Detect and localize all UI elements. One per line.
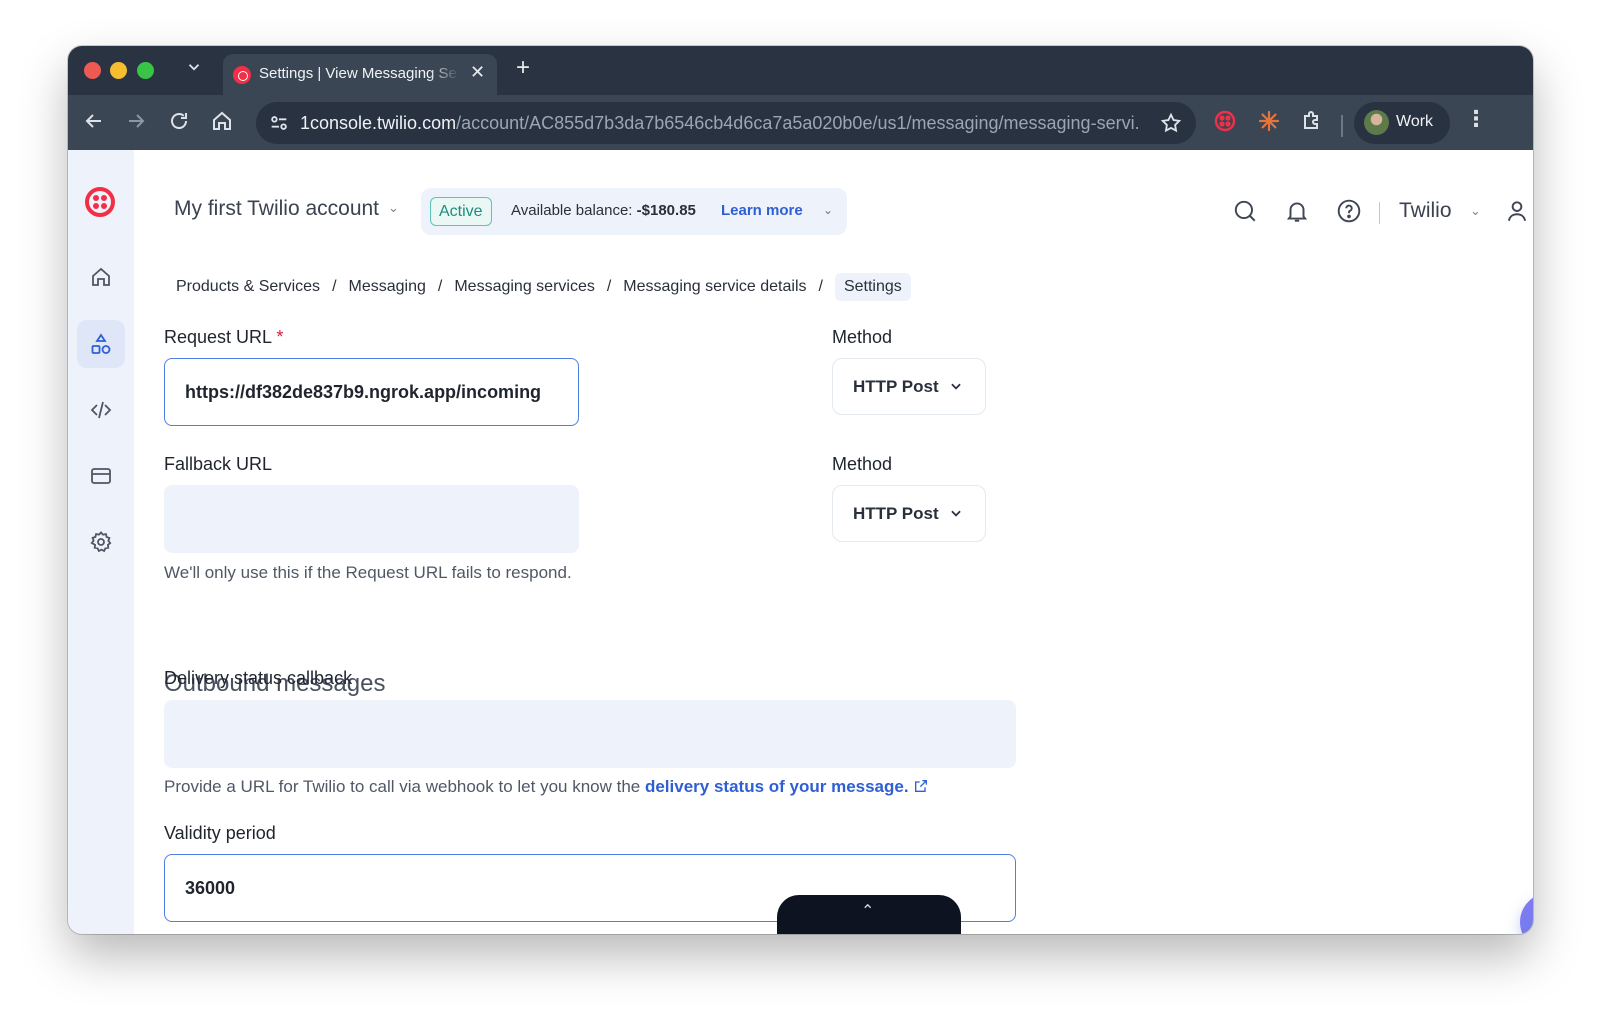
tab-list-icon[interactable] <box>185 58 203 81</box>
sidebar-item-develop[interactable] <box>77 386 125 434</box>
breadcrumb-separator: / <box>437 278 443 295</box>
balance-value: -$180.85 <box>636 202 696 219</box>
breadcrumb-separator: / <box>818 278 823 295</box>
chevron-down-icon[interactable]: ⌄ <box>1470 203 1481 219</box>
profile-button[interactable]: Work <box>1354 102 1450 144</box>
tab-title: Settings | View Messaging Se <box>259 65 457 82</box>
fallback-method-select[interactable]: HTTP Post <box>832 485 986 542</box>
active-tab[interactable]: Settings | View Messaging Se ✕ <box>223 54 497 95</box>
sidebar-item-products[interactable] <box>77 320 125 368</box>
fallback-url-label: Fallback URL <box>164 454 273 474</box>
gear-icon <box>90 531 112 553</box>
tab-strip: Settings | View Messaging Se ✕ + <box>68 46 1533 95</box>
browser-window: Settings | View Messaging Se ✕ + 1consol… <box>68 46 1533 934</box>
close-icon[interactable]: ✕ <box>470 62 485 83</box>
back-icon[interactable] <box>82 109 106 133</box>
breadcrumb: Products & Services / Messaging / Messaging … <box>176 273 911 301</box>
plus-icon[interactable]: + <box>516 56 530 80</box>
validity-period-label: Validity period <box>164 823 276 843</box>
help-icon[interactable] <box>1336 198 1362 224</box>
header-divider <box>1379 202 1380 224</box>
bell-icon[interactable] <box>1284 198 1310 224</box>
status-badge: Active <box>430 197 492 226</box>
delivery-callback-help: Provide a URL for Twilio to call via web… <box>164 777 929 797</box>
credit-card-icon <box>91 468 111 484</box>
scroll-to-top-button[interactable]: ⌃ <box>777 895 961 934</box>
shapes-icon <box>91 333 111 354</box>
breadcrumb-service-details[interactable]: Messaging service details <box>623 278 806 296</box>
learn-more-link[interactable]: Learn more <box>721 202 803 219</box>
request-url-input[interactable] <box>164 358 579 426</box>
assistant-button[interactable] <box>1520 893 1533 934</box>
request-method-value: HTTP Post <box>853 377 939 396</box>
twilio-favicon-icon <box>233 66 251 84</box>
url-host: 1console.twilio.com <box>300 113 457 133</box>
spark-extension-icon[interactable] <box>1257 109 1281 133</box>
forward-icon[interactable] <box>124 109 148 133</box>
url-path: /account/AC855d7b3da7b6546cb4d6ca7a5a020… <box>456 113 1140 133</box>
home-icon[interactable] <box>210 109 234 133</box>
reload-icon[interactable] <box>167 109 191 133</box>
profile-label: Work <box>1396 113 1434 130</box>
breadcrumb-current: Settings <box>834 273 911 301</box>
request-method-label: Method <box>832 327 893 347</box>
site-settings-icon[interactable] <box>268 112 290 134</box>
breadcrumb-separator: / <box>332 278 337 295</box>
main-content: My first Twilio account ⌄ Active Availab… <box>134 150 1533 934</box>
request-method-select[interactable]: HTTP Post <box>832 358 986 415</box>
star-icon[interactable] <box>1160 112 1182 134</box>
twilio-logo-icon[interactable] <box>85 187 115 217</box>
code-icon <box>90 401 112 419</box>
toolbar-divider <box>1341 115 1343 137</box>
close-window-button[interactable] <box>84 62 101 79</box>
more-icon[interactable]: ⋮ <box>1465 108 1487 130</box>
zoom-window-button[interactable] <box>137 62 154 79</box>
fallback-method-label: Method <box>832 454 893 474</box>
balance-text: Available balance: -$180.85 <box>511 202 696 219</box>
minimize-window-button[interactable] <box>110 62 127 79</box>
external-link-icon[interactable] <box>913 778 929 794</box>
account-switcher[interactable]: My first Twilio account <box>174 197 379 221</box>
search-icon[interactable] <box>1232 198 1258 224</box>
address-bar[interactable]: 1console.twilio.com/account/AC855d7b3da7… <box>256 102 1196 144</box>
account-status-bar: Active Available balance: -$180.85 Learn… <box>421 188 847 235</box>
chevron-down-icon <box>951 383 961 390</box>
sidebar-item-billing[interactable] <box>77 452 125 500</box>
puzzle-icon[interactable] <box>1300 109 1324 133</box>
user-icon[interactable] <box>1504 198 1530 224</box>
avatar <box>1364 110 1389 135</box>
breadcrumb-products[interactable]: Products & Services <box>176 278 320 296</box>
home-icon <box>92 267 110 286</box>
sidebar-item-home[interactable] <box>77 253 125 301</box>
delivery-status-link[interactable]: delivery status of your message. <box>645 777 909 796</box>
sidebar <box>68 150 134 934</box>
twilio-extension-icon[interactable] <box>1213 109 1237 133</box>
fallback-method-value: HTTP Post <box>853 504 939 523</box>
delivery-callback-input[interactable] <box>164 700 1016 768</box>
browser-toolbar: 1console.twilio.com/account/AC855d7b3da7… <box>68 95 1533 150</box>
breadcrumb-separator: / <box>606 278 612 295</box>
chevron-down-icon[interactable]: ⌄ <box>388 200 399 216</box>
breadcrumb-messaging-services[interactable]: Messaging services <box>454 278 595 296</box>
fallback-url-help: We'll only use this if the Request URL f… <box>164 563 572 582</box>
chevron-up-icon: ⌃ <box>861 903 875 920</box>
breadcrumb-messaging[interactable]: Messaging <box>349 278 426 296</box>
balance-label: Available balance: <box>511 202 633 219</box>
sidebar-item-settings[interactable] <box>77 518 125 566</box>
fallback-url-input[interactable] <box>164 485 579 553</box>
chevron-down-icon <box>951 510 961 517</box>
required-mark: * <box>276 327 284 347</box>
request-url-label: Request URL * <box>164 327 284 347</box>
org-switcher[interactable]: Twilio <box>1399 199 1452 223</box>
delivery-callback-label: Delivery status callback <box>164 668 353 688</box>
url-text[interactable]: 1console.twilio.com/account/AC855d7b3da7… <box>300 113 1140 134</box>
chevron-down-icon[interactable]: ⌄ <box>823 203 833 217</box>
